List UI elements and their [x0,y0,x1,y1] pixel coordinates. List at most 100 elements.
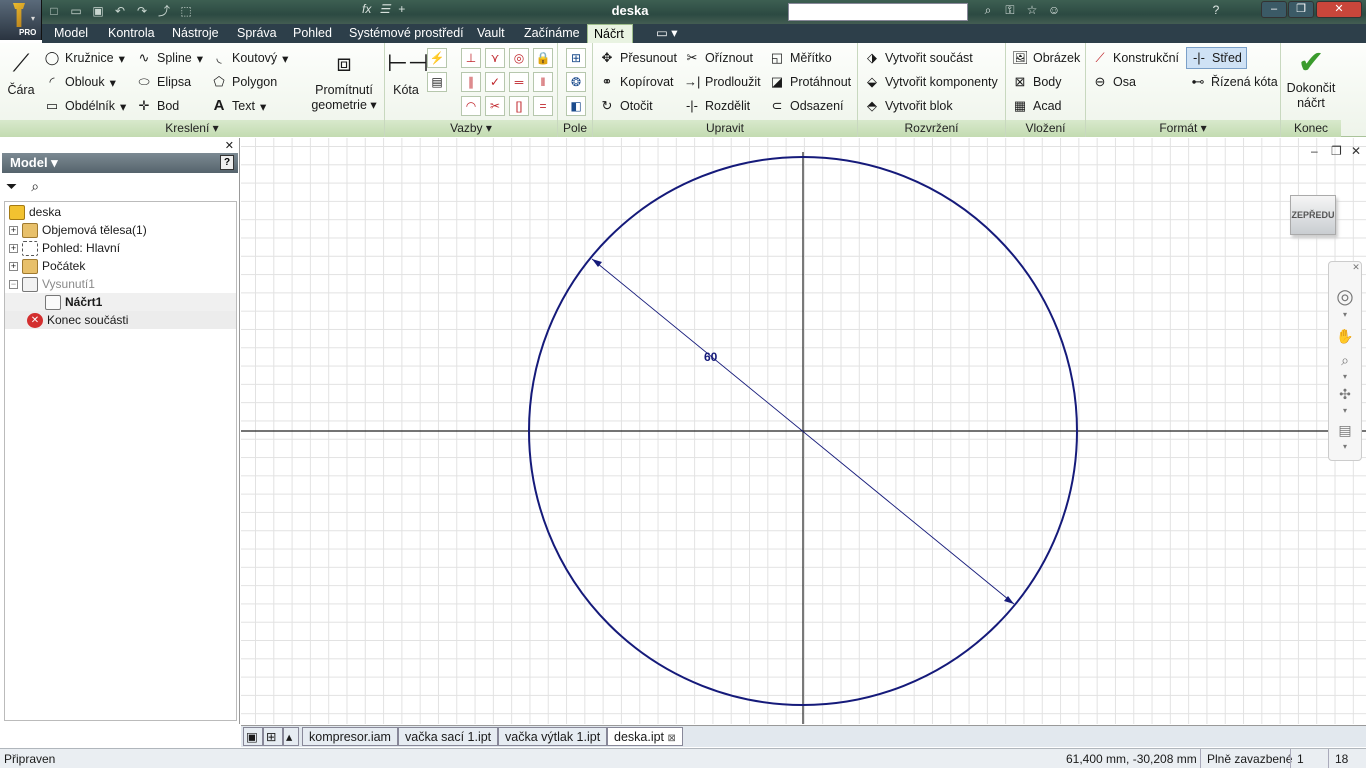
close-icon[interactable]: ✕ [1340,262,1366,273]
key-icon[interactable]: ⚿ [1002,3,1018,18]
tile-windows-icon[interactable]: ⊞ [263,727,283,746]
close-icon[interactable]: ✕ [1351,144,1361,158]
document-tab-deska[interactable]: deska.ipt ⊠ [607,727,683,746]
construction-button[interactable]: ⟋ Konstrukční [1092,50,1179,66]
document-tab-kompresor[interactable]: kompresor.iam [302,727,398,746]
rectangular-pattern-icon[interactable]: ⊞ [566,48,586,68]
coincident-icon[interactable]: ✓ [485,72,505,92]
chevron-down-icon[interactable]: ▾ [1329,442,1361,451]
return-icon[interactable]: ⤴ [156,3,172,19]
plus-icon[interactable]: + [398,2,405,16]
circle-button[interactable]: ◯ Kružnice ▾ [44,50,125,66]
steering-wheel-icon[interactable]: ◎ [1329,284,1361,309]
centerline-button[interactable]: ⊖ Osa [1092,74,1136,90]
tab-sprava[interactable]: Správa [231,24,283,43]
expand-icon[interactable]: + [9,225,18,235]
tab-nastroje[interactable]: Nástroje [166,24,225,43]
tree-node-solid-bodies[interactable]: + Objemová tělesa(1) [9,221,147,239]
mirror-icon[interactable]: ◧ [566,96,586,116]
browser-header[interactable]: Model ▾ ? [2,153,238,173]
fix-icon[interactable]: 🔒 [533,48,553,68]
close-button[interactable]: ✕ [1316,1,1362,18]
collinear-icon[interactable]: ✂ [485,96,505,116]
text-button[interactable]: A Text ▾ [211,98,267,114]
maximize-button[interactable]: ❐ [1288,1,1314,18]
star-icon[interactable]: ☆ [1024,3,1040,18]
ellipse-button[interactable]: ⬭ Elipsa [136,74,191,90]
tree-node-view[interactable]: + Pohled: Hlavní [9,239,120,257]
circular-pattern-icon[interactable]: ❂ [566,72,586,92]
tree-node-origin[interactable]: + Počátek [9,257,85,275]
collapse-icon[interactable]: − [9,279,18,289]
help-icon[interactable]: ? [220,155,234,170]
panel-label-vazby[interactable]: Vazby ▾ [385,120,557,137]
tab-model[interactable]: Model [48,24,94,43]
perpendicular-icon[interactable]: ⊥ [461,48,481,68]
binoculars-icon[interactable]: ⌕ [31,178,39,195]
document-tab-vacka-saci[interactable]: vačka sací 1.ipt [398,727,499,746]
rotate-button[interactable]: ↻ Otočit [599,98,653,114]
search-input[interactable] [788,3,968,21]
cascade-windows-icon[interactable]: ▣ [243,727,263,746]
horizontal-icon[interactable]: ═ [509,72,529,92]
point-button[interactable]: ✛ Bod [136,98,180,114]
spline-button[interactable]: ∿ Spline ▾ [136,50,203,66]
concentric-icon[interactable]: ◎ [509,48,529,68]
center-point-button[interactable]: -|- Střed [1186,47,1247,69]
points-button[interactable]: ⊠ Body [1012,74,1062,90]
create-block-button[interactable]: ⬘ Vytvořit blok [864,98,953,114]
image-button[interactable]: 🖼 Obrázek [1012,50,1080,66]
viewcube[interactable]: ZEPŘEDU [1290,195,1336,235]
select-icon[interactable]: ⬚ [178,3,194,19]
orbit-icon[interactable]: ✣ [1329,386,1361,403]
trim-button[interactable]: ✂ Oříznout [684,50,753,66]
fx-icon[interactable]: fx [362,2,371,16]
panel-label-format[interactable]: Formát ▾ [1086,120,1280,137]
stretch-button[interactable]: ◪ Protáhnout [769,74,851,90]
zoom-icon[interactable]: ⌕ [1329,352,1361,369]
tab-nacrt[interactable]: Náčrt [587,24,633,43]
offset-button[interactable]: ⊂ Odsazení [769,98,844,114]
symmetric-icon[interactable]: [] [509,96,529,116]
chevron-down-icon[interactable]: ▾ [1329,406,1361,415]
polygon-button[interactable]: ⬠ Polygon [211,74,277,90]
pan-icon[interactable]: ✋ [1329,328,1361,345]
arc-button[interactable]: ◜ Oblouk ▾ [44,74,115,90]
copy-button[interactable]: ⚭ Kopírovat [599,74,674,90]
vertical-icon[interactable]: ‖ [533,72,553,92]
new-icon[interactable]: □ [46,3,62,19]
line-button[interactable]: ⟋ Čára [4,49,38,98]
project-geometry-button[interactable]: ⧈ Promítnutí geometrie ▾ [308,49,380,113]
equal-icon[interactable]: = [533,96,553,116]
open-documents-menu-icon[interactable]: ▴ [283,727,299,746]
tree-node-deska[interactable]: deska [9,203,61,221]
tab-kontrola[interactable]: Kontrola [102,24,161,43]
document-tab-vacka-vytlak[interactable]: vačka výtlak 1.ipt [498,727,608,746]
scale-button[interactable]: ◱ Měřítko [769,50,832,66]
open-icon[interactable]: ▭ [68,3,84,19]
smooth-icon[interactable]: ◠ [461,96,481,116]
tab-zaciname[interactable]: Začínáme [518,24,586,43]
close-icon[interactable]: ⊠ [668,733,676,744]
help-icon[interactable]: ? [1208,3,1224,17]
tangent-icon[interactable]: ⋎ [485,48,505,68]
expand-icon[interactable]: + [9,243,18,253]
redo-icon[interactable]: ↷ [134,3,150,19]
close-icon[interactable]: ✕ [225,139,234,152]
acad-button[interactable]: ▦ Acad [1012,98,1062,114]
tree-node-sketch[interactable]: Náčrt1 [5,293,236,311]
look-at-icon[interactable]: ▤ [1329,422,1361,439]
finish-sketch-button[interactable]: ✔ Dokončit náčrt [1283,46,1339,111]
restore-icon[interactable]: ❐ [1331,144,1342,158]
show-constraints-icon[interactable]: ▤ [427,72,447,92]
chevron-down-icon[interactable]: ▾ [1329,372,1361,381]
tab-vault[interactable]: Vault [471,24,511,43]
expand-icon[interactable]: + [9,261,18,271]
make-part-button[interactable]: ⬗ Vytvořit součást [864,50,973,66]
chevron-down-icon[interactable]: ▾ [1329,310,1361,319]
extend-button[interactable]: →| Prodloužit [684,74,761,90]
driven-dimension-button[interactable]: ⊷ Řízená kóta [1190,74,1278,90]
ribbon-display-toggle[interactable]: ▭ ▾ [650,24,684,43]
auto-dimension-icon[interactable]: ⚡ [427,48,447,68]
parallel-icon[interactable]: ∥ [461,72,481,92]
